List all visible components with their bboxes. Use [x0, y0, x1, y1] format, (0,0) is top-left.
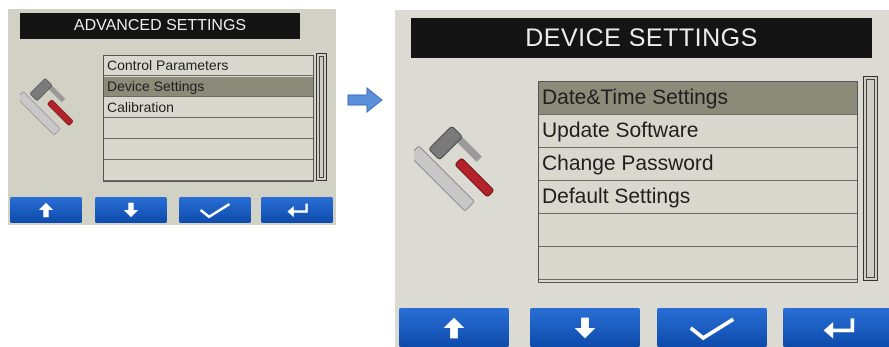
device-settings-screen: DEVICE SETTINGS Date&Time Settings Updat…: [395, 10, 889, 347]
down-button[interactable]: [95, 197, 167, 223]
screen-title: ADVANCED SETTINGS: [20, 13, 300, 39]
confirm-button[interactable]: [179, 197, 251, 223]
scrollbar[interactable]: [863, 76, 878, 281]
arrow-up-icon: [443, 317, 465, 338]
menu-item-default-settings[interactable]: Default Settings: [539, 181, 857, 214]
back-button[interactable]: [261, 197, 333, 223]
arrow-down-icon: [123, 202, 139, 218]
return-icon: [823, 317, 855, 339]
menu-item-date-time-settings[interactable]: Date&Time Settings: [539, 82, 857, 115]
checkmark-icon: [199, 202, 231, 219]
menu-item-control-parameters[interactable]: Control Parameters: [104, 56, 313, 76]
tools-icon: [20, 78, 73, 135]
menu-list: Date&Time Settings Update Software Chang…: [538, 81, 858, 283]
up-button[interactable]: [399, 308, 509, 347]
menu-item-empty: [539, 247, 857, 280]
confirm-button[interactable]: [657, 308, 767, 347]
right-arrow-icon: [347, 87, 383, 113]
menu-item-empty: [104, 161, 313, 181]
menu-item-calibration[interactable]: Calibration: [104, 98, 313, 118]
down-button[interactable]: [530, 308, 640, 347]
menu-list: Control Parameters Device Settings Calib…: [103, 55, 314, 182]
screen-title: DEVICE SETTINGS: [411, 18, 872, 58]
up-button[interactable]: [10, 197, 82, 223]
menu-item-empty: [539, 214, 857, 247]
return-icon: [287, 203, 308, 218]
menu-item-update-software[interactable]: Update Software: [539, 115, 857, 148]
tools-icon: [414, 126, 494, 211]
arrow-down-icon: [574, 317, 596, 338]
advanced-settings-screen: ADVANCED SETTINGS Control Parameters Dev…: [8, 9, 336, 225]
checkmark-icon: [689, 317, 735, 340]
menu-item-empty: [104, 140, 313, 160]
back-button[interactable]: [783, 308, 889, 347]
scrollbar[interactable]: [316, 53, 327, 181]
menu-item-empty: [104, 119, 313, 139]
menu-item-change-password[interactable]: Change Password: [539, 148, 857, 181]
menu-item-device-settings[interactable]: Device Settings: [104, 77, 313, 97]
arrow-up-icon: [38, 202, 54, 218]
